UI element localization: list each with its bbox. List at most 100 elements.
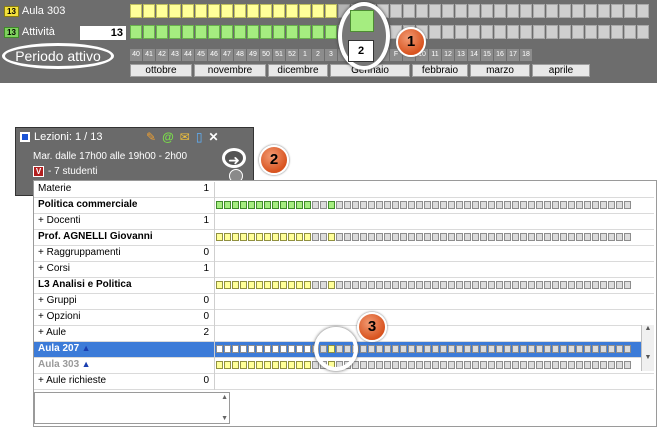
week-cell[interactable] [559,25,571,39]
week-cell[interactable] [572,25,584,39]
at-icon[interactable]: @ [162,130,174,144]
week-cell[interactable] [208,4,220,18]
occupancy-cell [616,233,623,241]
table-row[interactable]: + Gruppi 0 [34,294,654,310]
week-cell[interactable] [585,25,597,39]
week-cell[interactable] [507,4,519,18]
week-cell[interactable] [442,25,454,39]
scroll-up-icon[interactable]: ▲ [642,325,654,332]
scroll-down-icon[interactable]: ▼ [221,415,228,422]
week-cell[interactable] [286,4,298,18]
arrow-right-button[interactable]: ➜ [222,148,246,168]
week-cell[interactable] [429,4,441,18]
week-cell[interactable] [156,4,168,18]
mail-icon[interactable]: ✉ [180,130,190,144]
occupancy-bar[interactable] [216,361,631,369]
occupancy-bar[interactable] [216,345,631,353]
week-cell[interactable] [520,4,532,18]
week-cell[interactable] [325,4,337,18]
week-cell[interactable] [169,25,181,39]
week-cell[interactable] [273,25,285,39]
phone-icon[interactable]: ▯ [196,130,203,144]
week-cell[interactable] [559,4,571,18]
occupancy-bar[interactable] [216,281,631,289]
table-row[interactable]: + Opzioni 0 [34,310,654,326]
week-cell[interactable] [598,25,610,39]
week-cell[interactable] [390,4,402,18]
week-cell[interactable] [637,4,649,18]
close-icon[interactable]: ✕ [208,130,218,144]
week-cell[interactable] [520,25,532,39]
vertical-scrollbar[interactable]: ▲ ▼ [641,325,654,371]
week-cell[interactable] [312,4,324,18]
occupancy-cell [520,233,527,241]
week-cell[interactable] [169,4,181,18]
week-cell[interactable] [208,25,220,39]
week-cell[interactable] [299,4,311,18]
week-cell[interactable] [611,4,623,18]
notes-textarea[interactable]: ▲ ▼ [34,392,230,424]
table-row[interactable]: Politica commerciale [34,198,654,214]
week-cell[interactable] [221,4,233,18]
week-cell[interactable] [481,25,493,39]
week-cell[interactable] [195,4,207,18]
week-cell[interactable] [247,25,259,39]
week-cell[interactable] [273,4,285,18]
week-cell[interactable] [611,25,623,39]
week-cell[interactable] [598,4,610,18]
week-cell[interactable] [624,25,636,39]
week-cell[interactable] [143,4,155,18]
week-cell[interactable] [195,25,207,39]
activity-count-field[interactable]: 13 [80,26,126,40]
week-cell[interactable] [468,25,480,39]
week-cell[interactable] [182,4,194,18]
week-cell[interactable] [468,4,480,18]
week-cell[interactable] [260,25,272,39]
occupancy-bar[interactable] [216,233,631,241]
week-cell[interactable] [299,25,311,39]
week-cell[interactable] [221,25,233,39]
table-row[interactable]: L3 Analisi e Politica [34,278,654,294]
week-cell[interactable] [455,4,467,18]
week-cell[interactable] [234,25,246,39]
table-row[interactable]: + Docenti 1 [34,214,654,230]
scroll-up-icon[interactable]: ▲ [221,394,228,401]
week-cell[interactable] [546,4,558,18]
week-cell[interactable] [624,4,636,18]
week-cell[interactable] [247,4,259,18]
week-cell[interactable] [481,4,493,18]
week-cell[interactable] [325,25,337,39]
week-cell[interactable] [585,4,597,18]
week-cell[interactable] [533,25,545,39]
week-cell[interactable] [182,25,194,39]
week-cell[interactable] [494,4,506,18]
week-cell[interactable] [416,4,428,18]
occupancy-bar[interactable] [216,201,631,209]
week-cell[interactable] [260,4,272,18]
week-cell[interactable] [507,25,519,39]
table-row[interactable]: Materie 1 [34,182,654,198]
week-cell[interactable] [312,25,324,39]
week-cell[interactable] [130,4,142,18]
week-cell[interactable] [130,25,142,39]
week-cell[interactable] [143,25,155,39]
aula-303-week-grid[interactable] [130,4,649,18]
table-row[interactable]: Prof. AGNELLI Giovanni [34,230,654,246]
week-cell[interactable] [156,25,168,39]
week-cell[interactable] [546,25,558,39]
week-cell[interactable] [494,25,506,39]
scroll-down-icon[interactable]: ▼ [642,354,654,361]
week-cell[interactable] [429,25,441,39]
table-row[interactable]: + Corsi 1 [34,262,654,278]
week-cell[interactable] [455,25,467,39]
table-row[interactable]: + Raggruppamenti 0 [34,246,654,262]
week-cell[interactable] [572,4,584,18]
week-cell[interactable] [286,25,298,39]
edit-icon[interactable]: ✎ [146,130,156,144]
week-cell[interactable] [637,25,649,39]
week-cell[interactable] [533,4,545,18]
week-cell[interactable] [403,4,415,18]
week-cell[interactable] [234,4,246,18]
table-row[interactable]: + Aule richieste 0 [34,374,654,390]
week-cell[interactable] [442,4,454,18]
